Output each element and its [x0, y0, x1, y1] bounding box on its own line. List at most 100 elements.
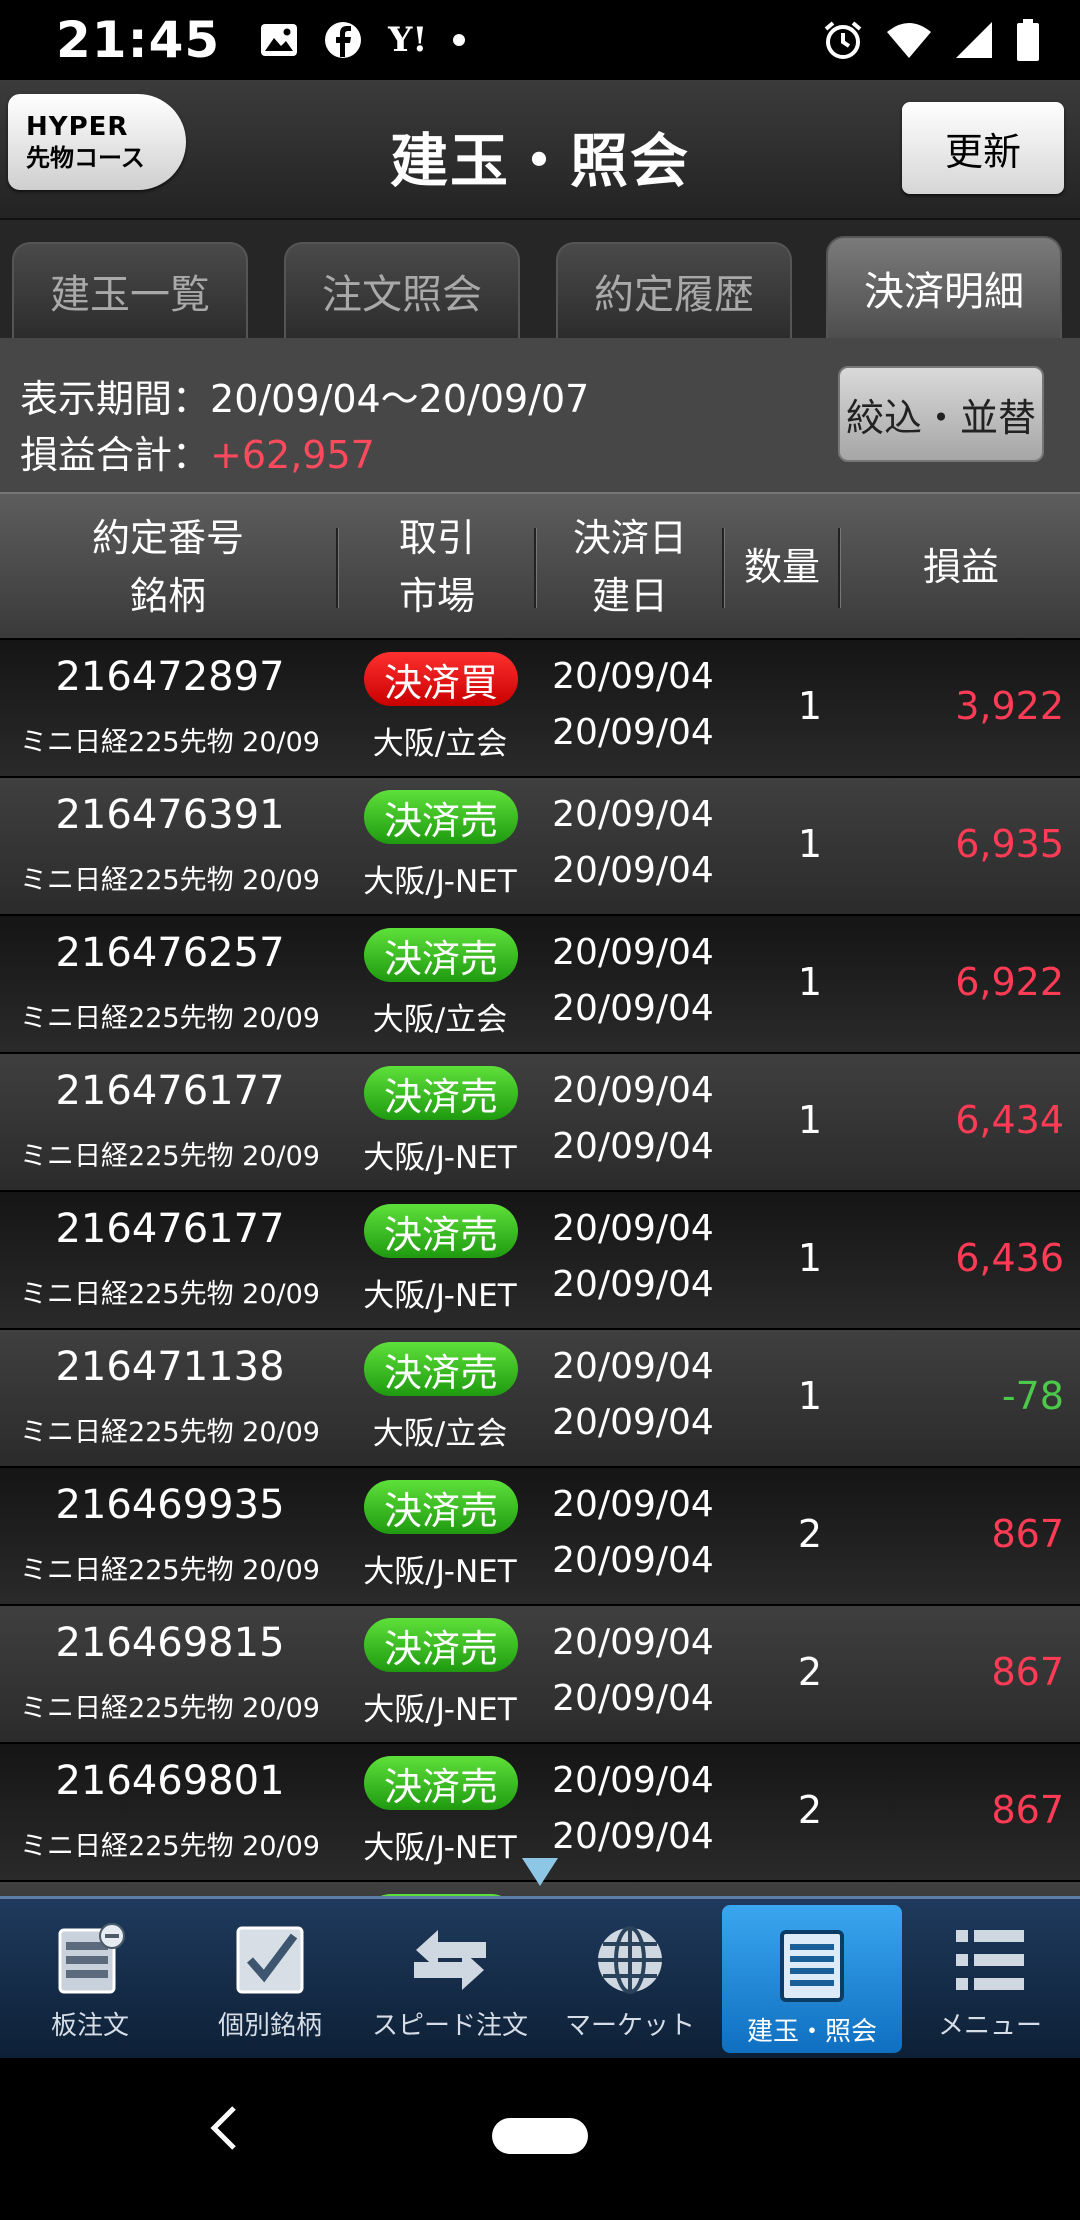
trade-side-badge: 決済買	[364, 652, 518, 706]
refresh-button[interactable]: 更新	[902, 102, 1064, 194]
settle-date: 20/09/04	[552, 1622, 714, 1663]
tab-positions-list[interactable]: 建玉一覧	[12, 242, 248, 338]
trade-side-badge: 決済売	[364, 1204, 518, 1258]
table-row[interactable]: 216469815 ミニ日経225先物 20/09 決済売 大阪/J-NET 2…	[0, 1606, 1080, 1744]
profit-loss: 3,922	[955, 684, 1064, 728]
filter-sort-button[interactable]: 絞込・並替	[838, 366, 1044, 462]
table-row[interactable]: 216472897 ミニ日経225先物 20/09 決済買 大阪/立会 20/0…	[0, 640, 1080, 778]
order-number: 216472897	[55, 654, 285, 700]
symbol-name: ミニ日経225先物 20/09	[20, 1417, 320, 1448]
nav-menu[interactable]: メニュー	[900, 1899, 1080, 2061]
order-board-icon	[48, 1919, 132, 2001]
settle-date: 20/09/04	[552, 1760, 714, 1801]
order-number: 216476177	[55, 1206, 285, 1252]
nav-order-board-label: 板注文	[50, 2011, 129, 2041]
profit-loss: 867	[991, 1512, 1064, 1556]
header-order-symbol: 約定番号 銘柄	[0, 494, 336, 640]
quantity: 1	[797, 960, 823, 1004]
dot-icon	[453, 34, 466, 46]
settle-date: 20/09/04	[552, 794, 714, 835]
list-document-icon	[770, 1925, 854, 2007]
back-icon[interactable]	[206, 2102, 242, 2154]
table-row[interactable]: 216476391 ミニ日経225先物 20/09 決済売 大阪/J-NET 2…	[0, 778, 1080, 916]
order-number: 216476177	[55, 1068, 285, 1114]
tab-execution-history[interactable]: 約定履歴	[556, 242, 792, 338]
table-row[interactable]: 216476177 ミニ日経225先物 20/09 決済売 大阪/J-NET 2…	[0, 1192, 1080, 1330]
trade-side-badge: 決済売	[364, 1618, 518, 1672]
profit-loss: -78	[1001, 1374, 1064, 1418]
trade-side-badge: 決済売	[364, 1342, 518, 1396]
nav-market[interactable]: マーケット	[540, 1899, 720, 2061]
open-date: 20/09/04	[552, 712, 714, 753]
symbol-name: ミニ日経225先物 20/09	[20, 1831, 320, 1862]
table-row[interactable]: 216476257 ミニ日経225先物 20/09 決済売 大阪/立会 20/0…	[0, 916, 1080, 1054]
open-date: 20/09/04	[552, 988, 714, 1029]
table-header: 約定番号 銘柄 取引 市場 決済日 建日 数量 損益	[0, 492, 1080, 638]
market-name: 大阪/立会	[372, 1416, 508, 1452]
order-number: 216476391	[55, 792, 285, 838]
header-divider	[336, 528, 339, 608]
market-name: 大阪/J-NET	[363, 1830, 517, 1866]
profit-loss: 6,434	[955, 1098, 1064, 1142]
open-date: 20/09/04	[552, 1678, 714, 1719]
bottom-navigation: 板注文 個別銘柄 スピード注文 マーケット 建玉・照会 メニュー	[0, 1896, 1080, 2058]
notification-icons: Y!	[260, 20, 466, 60]
quantity: 2	[797, 1650, 823, 1694]
symbol-name: ミニ日経225先物 20/09	[20, 1141, 320, 1172]
profit-loss: 867	[991, 1650, 1064, 1694]
nav-menu-label: メニュー	[937, 2011, 1042, 2041]
market-name: 大阪/J-NET	[363, 1554, 517, 1590]
scroll-down-indicator-icon[interactable]	[522, 1858, 558, 1886]
quantity: 1	[797, 1098, 823, 1142]
system-icons	[822, 19, 1040, 61]
table-row[interactable]: 216471138 ミニ日経225先物 20/09 決済売 大阪/立会 20/0…	[0, 1330, 1080, 1468]
header-dates: 決済日 建日	[538, 494, 722, 640]
wifi-icon	[887, 23, 931, 58]
market-name: 大阪/立会	[372, 1002, 508, 1038]
home-button[interactable]	[492, 2118, 588, 2154]
signal-icon	[956, 22, 992, 58]
total-pl: 損益合計：+62,957	[20, 424, 375, 479]
exchange-arrows-icon	[408, 1919, 492, 2001]
market-name: 大阪/J-NET	[363, 1692, 517, 1728]
table-row[interactable]: 216469935 ミニ日経225先物 20/09 決済売 大阪/J-NET 2…	[0, 1468, 1080, 1606]
order-number: 216476257	[55, 930, 285, 976]
display-period-value: 20/09/04〜20/09/07	[210, 377, 590, 421]
globe-icon	[588, 1919, 672, 2001]
open-date: 20/09/04	[552, 1816, 714, 1857]
header-symbol: 銘柄	[129, 574, 206, 618]
settle-date: 20/09/04	[552, 1484, 714, 1525]
tab-settlement-details[interactable]: 決済明細	[826, 236, 1062, 338]
nav-individual-stock[interactable]: 個別銘柄	[180, 1899, 360, 2061]
settle-date: 20/09/04	[552, 932, 714, 973]
header-divider	[722, 528, 725, 608]
total-pl-label: 損益合計：	[20, 433, 211, 477]
settle-date: 20/09/04	[552, 1070, 714, 1111]
nav-positions-inquiry-label: 建玉・照会	[746, 2017, 877, 2047]
header-settle-date: 決済日	[572, 516, 687, 560]
market-name: 大阪/J-NET	[363, 864, 517, 900]
trade-side-badge: 決済売	[364, 1066, 518, 1120]
tab-order-inquiry[interactable]: 注文照会	[284, 242, 520, 338]
header-trade-market: 取引 市場	[340, 494, 534, 640]
open-date: 20/09/04	[552, 1126, 714, 1167]
menu-list-icon	[948, 1919, 1032, 2001]
table-row[interactable]: 216476177 ミニ日経225先物 20/09 決済売 大阪/J-NET 2…	[0, 1054, 1080, 1192]
nav-positions-inquiry[interactable]: 建玉・照会	[722, 1905, 902, 2053]
trade-side-badge: 決済売	[364, 1480, 518, 1534]
total-pl-value: +62,957	[210, 433, 375, 477]
yahoo-icon: Y!	[388, 20, 428, 60]
display-period: 表示期間：20/09/04〜20/09/07	[20, 368, 589, 423]
nav-speed-order[interactable]: スピード注文	[360, 1899, 540, 2061]
market-name: 大阪/J-NET	[363, 1140, 517, 1176]
header-qty: 数量	[743, 545, 820, 589]
display-period-label: 表示期間：	[20, 377, 211, 421]
profit-loss: 6,922	[955, 960, 1064, 1004]
trade-side-badge: 決済売	[364, 790, 518, 844]
header-market: 市場	[398, 574, 475, 618]
settle-date: 20/09/04	[552, 656, 714, 697]
nav-market-label: マーケット	[564, 2011, 695, 2041]
open-date: 20/09/04	[552, 1540, 714, 1581]
trade-side-badge: 決済売	[364, 928, 518, 982]
nav-order-board[interactable]: 板注文	[0, 1899, 180, 2061]
